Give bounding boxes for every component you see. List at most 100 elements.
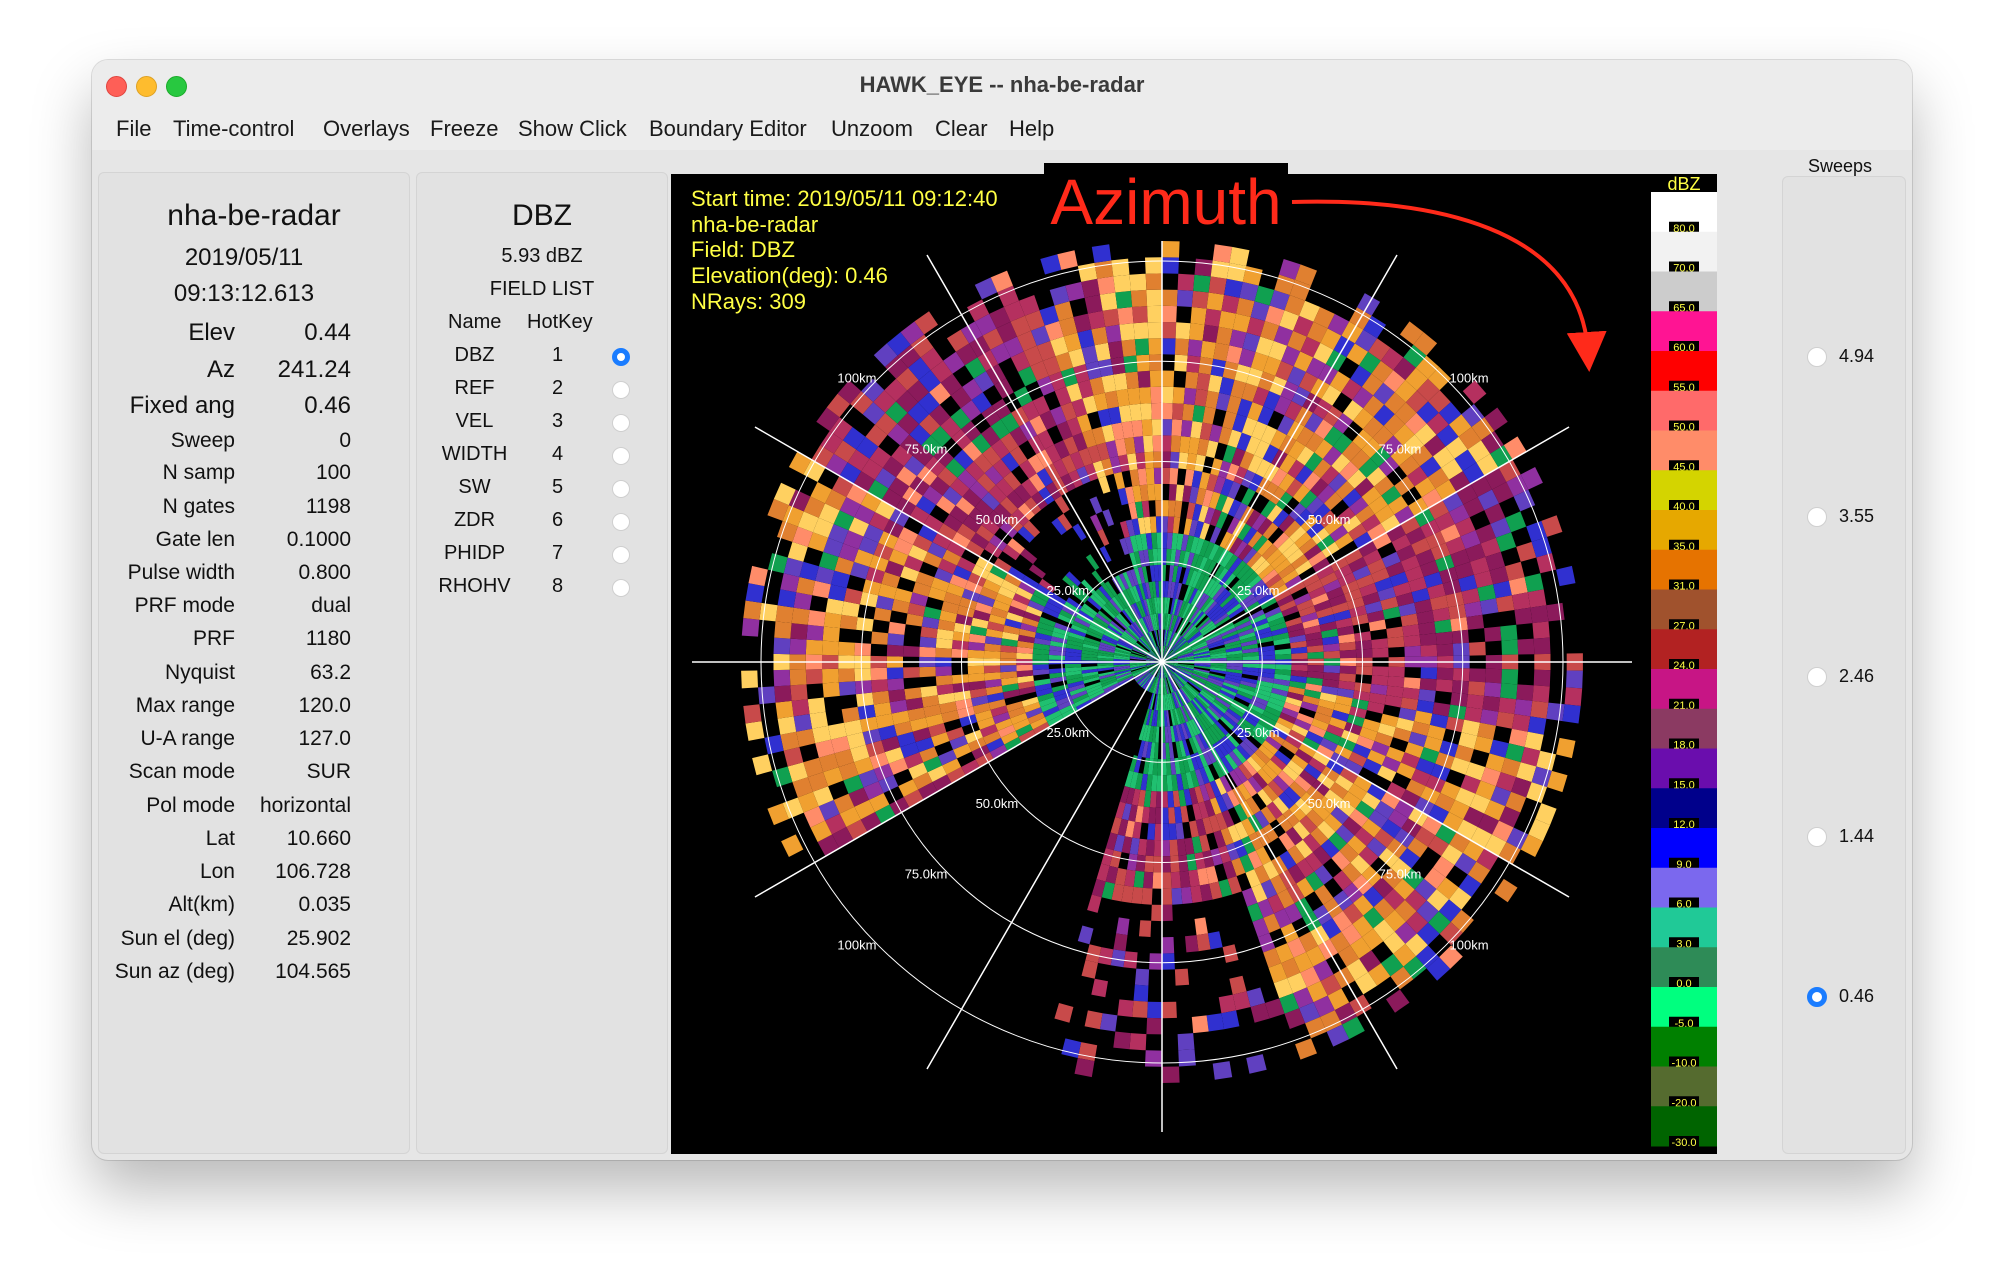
- info-time: 09:13:12.613: [173, 280, 315, 307]
- echo-gate: [1450, 617, 1468, 632]
- echo-gate: [1450, 692, 1468, 707]
- menu-freeze[interactable]: Freeze: [430, 116, 498, 142]
- echo-gate: [1564, 687, 1583, 706]
- radar-display[interactable]: 25.0km 25.0km 25.0km 25.0km 50.0km 50.0km 50.0…: [671, 174, 1717, 1154]
- echo-gate: [1532, 621, 1550, 639]
- echo-gate: [1274, 648, 1292, 655]
- field-col-hotkey: HotKey: [527, 311, 593, 333]
- echo-gate: [1189, 323, 1205, 341]
- info-value: 0.46: [304, 392, 351, 419]
- field-hotkey: 7: [552, 542, 564, 564]
- echo-gate: [1054, 1003, 1074, 1023]
- field-radio-ref[interactable]: [612, 381, 630, 399]
- menu-overlays[interactable]: Overlays: [323, 116, 410, 142]
- colorscale-label: -30.0: [1671, 1137, 1696, 1149]
- info-key: PRF mode: [134, 594, 235, 617]
- info-key: Sun el (deg): [120, 927, 235, 950]
- echo-gate: [823, 612, 842, 629]
- echo-gate: [1153, 467, 1162, 484]
- echo-gate: [1501, 669, 1519, 685]
- echo-gate: [1355, 640, 1373, 650]
- echo-gate: [773, 669, 791, 687]
- echo-gate: [1137, 370, 1151, 388]
- echo-gate: [1143, 871, 1154, 889]
- echo-gate: [796, 728, 816, 747]
- sweep-radio[interactable]: [1807, 507, 1827, 527]
- echo-gate: [1185, 371, 1199, 389]
- echo-gate: [1172, 403, 1184, 420]
- echo-gate: [1147, 823, 1156, 840]
- echo-gate: [1147, 322, 1162, 339]
- echo-gate: [1386, 989, 1410, 1013]
- echo-gate: [1032, 653, 1049, 660]
- echo-gate: [1087, 894, 1102, 913]
- info-key: N samp: [162, 461, 235, 484]
- menu-show-click[interactable]: Show Click: [518, 116, 627, 142]
- echo-gate: [1452, 668, 1470, 682]
- sweeps-title: Sweeps: [1808, 156, 1873, 176]
- menu-time-control[interactable]: Time-control: [173, 116, 294, 142]
- menu-file[interactable]: File: [116, 116, 151, 142]
- echo-gate: [822, 640, 839, 656]
- echo-gate: [1202, 324, 1219, 343]
- echo-gate: [1077, 262, 1098, 282]
- echo-gate: [759, 602, 778, 622]
- echo-gate: [1134, 338, 1150, 356]
- echo-gate: [1452, 642, 1470, 656]
- sweep-radio[interactable]: [1807, 987, 1827, 1007]
- range-label: 100km: [837, 938, 876, 953]
- echo-gate: [1149, 354, 1162, 371]
- echo-gate: [1527, 716, 1547, 735]
- echo-gate: [1162, 289, 1178, 307]
- echo-gate: [1229, 246, 1250, 266]
- echo-gate: [1224, 278, 1243, 298]
- field-radio-zdr[interactable]: [612, 513, 630, 531]
- range-label: 25.0km: [1237, 725, 1280, 740]
- field-panel: DBZ 5.93 dBZ FIELD LIST Name HotKey DBZ 1…: [416, 172, 668, 1154]
- echo-gate: [1000, 665, 1017, 673]
- field-radio-rhohv[interactable]: [612, 579, 630, 597]
- echo-gate: [888, 621, 906, 635]
- radar-info-panel: nha-be-radar 2019/05/11 09:13:12.613 Ele…: [98, 172, 410, 1154]
- echo-gate: [1162, 241, 1180, 258]
- field-radio-phidp[interactable]: [612, 546, 630, 564]
- echo-gate: [1170, 855, 1180, 873]
- field-radio-sw[interactable]: [612, 480, 630, 498]
- echo-gate: [1419, 633, 1437, 646]
- info-value: 63.2: [310, 661, 351, 684]
- echo-gate: [1162, 386, 1174, 404]
- echo-gate: [1204, 308, 1222, 327]
- sweep-radio[interactable]: [1807, 347, 1827, 367]
- echo-gate: [1193, 274, 1211, 293]
- menu-unzoom[interactable]: Unzoom: [831, 116, 913, 142]
- field-radio-width[interactable]: [612, 447, 630, 465]
- menu-bar: File Time-control Overlays Freeze Show C…: [92, 110, 1912, 150]
- echo-gate: [1355, 666, 1373, 676]
- field-radio-dbz[interactable]: [612, 348, 630, 366]
- echo-gate: [1386, 626, 1404, 639]
- radar-ppi-plot[interactable]: 25.0km 25.0km 25.0km 25.0km 50.0km 50.0km 50.0…: [671, 174, 1717, 1154]
- echo-gate: [1151, 904, 1162, 922]
- echo-gate: [886, 667, 904, 680]
- echo-gate: [1134, 968, 1150, 986]
- echo-gate: [1111, 258, 1130, 277]
- echo-gate: [838, 668, 855, 683]
- echo-gate: [1130, 289, 1148, 307]
- echo-gate: [1162, 840, 1171, 857]
- info-value: 0.1000: [286, 528, 351, 551]
- echo-gate: [1498, 697, 1517, 714]
- menu-help[interactable]: Help: [1009, 116, 1054, 142]
- menu-boundary-editor[interactable]: Boundary Editor: [649, 116, 807, 142]
- echo-gate: [1200, 340, 1216, 359]
- echo-gate: [919, 636, 937, 648]
- overlay-start-time: Start time: 2019/05/11 09:12:40: [691, 186, 998, 211]
- echo-gate: [1153, 840, 1162, 857]
- field-radio-vel[interactable]: [612, 414, 630, 432]
- sweep-radio[interactable]: [1807, 827, 1827, 847]
- echo-gate: [1085, 554, 1100, 571]
- echo-gate: [791, 699, 810, 717]
- echo-gate: [1524, 573, 1544, 593]
- menu-clear[interactable]: Clear: [935, 116, 988, 142]
- sweep-radio[interactable]: [1807, 667, 1827, 687]
- echo-gate: [1029, 564, 1046, 579]
